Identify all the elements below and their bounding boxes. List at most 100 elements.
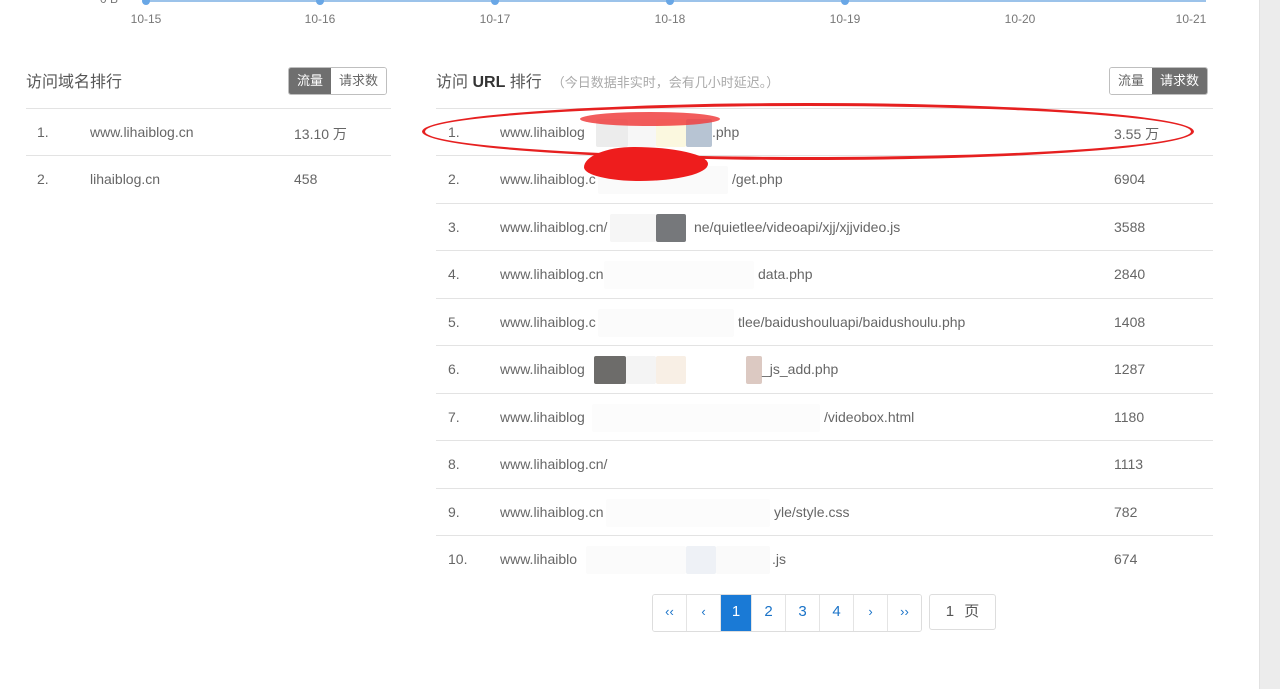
table-row[interactable]: 5. www.lihaiblog.c tlee/baidushouluapi/b… [436,298,1213,345]
redaction-block [628,119,656,147]
page-button-4[interactable]: 4 [819,595,853,631]
redaction-block [598,166,728,194]
url-value: 782 [1114,504,1138,520]
url-end: ne/quietlee/videoapi/xjj/xjjvideo.js [694,219,901,235]
url-start: www.lihaiblog.cn/ [500,219,608,235]
x-tick-label: 10-18 [654,12,686,26]
url-rank-table: 1. www.lihaiblog .php 3.55 万 2. www.liha… [436,108,1213,580]
rank-number: 1. [448,124,460,140]
redaction-block [594,356,626,384]
url-rank-title: 访问 URL 排行 （今日数据非实时，会有几小时延迟。） [436,68,779,92]
domain-rank-table: 1. www.lihaiblog.cn 13.10 万 2. lihaiblog… [26,108,391,208]
url-value: 1113 [1114,456,1144,472]
url-start: www.lihaiblog.c [500,171,596,187]
page-jump-input[interactable]: 1 页 [929,594,996,630]
pagination: ‹‹ ‹ 1 2 3 4 › ›› [652,594,922,632]
x-tick-label: 10-17 [479,12,511,26]
redaction-block [626,356,656,384]
url-rank-toggle[interactable]: 流量 请求数 [1109,67,1209,95]
domain-rank-title: 访问域名排行 [26,74,123,91]
rank-number: 5. [448,314,460,330]
page-unit-label: 页 [964,603,980,620]
toggle-requests-option[interactable]: 请求数 [1152,68,1208,94]
url-start: www.lihaiblog.cn [500,504,604,520]
url-value: 1287 [1114,361,1146,377]
chart-baseline [146,0,1206,2]
url-value: 6904 [1114,171,1146,187]
url-start: www.lihaiblog.cn/ [500,456,608,472]
last-page-button[interactable]: ›› [887,595,921,631]
redaction-block [598,309,734,337]
page-button-3[interactable]: 3 [785,595,819,631]
redaction-block [746,356,762,384]
toggle-requests-option[interactable]: 请求数 [331,68,387,94]
url-value: 1180 [1114,409,1145,425]
url-value: 3.55 万 [1114,126,1160,142]
url-value: 2840 [1114,266,1146,282]
y-axis-label: 0 B [100,0,118,6]
url-start: www.lihaiblog [500,361,585,377]
table-row[interactable]: 1. www.lihaiblog .php 3.55 万 [436,108,1213,155]
rank-number: 7. [448,409,460,425]
url-end: data.php [758,266,813,282]
x-tick-label: 10-19 [829,12,861,26]
url-value: 3588 [1114,219,1146,235]
redaction-block [604,261,754,289]
url-end: .php [712,124,740,140]
url-end: .js [772,551,786,567]
rank-number: 4. [448,266,460,282]
redaction-block [686,119,712,147]
table-row[interactable]: 9. www.lihaiblog.cn yle/style.css 782 [436,488,1213,535]
x-tick-label: 10-16 [304,12,336,26]
table-row[interactable]: 4. www.lihaiblog.cn data.php 2840 [436,250,1213,297]
url-start: www.lihaiblog.cn [500,266,604,282]
first-page-button[interactable]: ‹‹ [653,595,686,631]
right-scroll-strip [1259,0,1280,689]
table-row[interactable]: 10. www.lihaiblo .js 674 [436,535,1213,582]
table-row[interactable]: 6. www.lihaiblog _js_add.php 1287 [436,345,1213,392]
redaction-block [586,546,686,574]
url-rank-title-url: URL [472,74,506,91]
rank-number: 1. [37,124,49,140]
prev-page-button[interactable]: ‹ [686,595,720,631]
rank-number: 3. [448,219,460,235]
data-point [491,0,499,5]
table-row[interactable]: 2. www.lihaiblog.c /get.php 6904 [436,155,1213,202]
domain-rank-toggle[interactable]: 流量 请求数 [288,67,388,95]
redaction-block [592,404,820,432]
url-value: 674 [1114,551,1138,567]
table-row[interactable]: 1. www.lihaiblog.cn 13.10 万 [26,108,391,155]
rank-number: 9. [448,504,460,520]
page-button-2[interactable]: 2 [751,595,785,631]
url-end: _js_add.php [762,361,839,377]
data-point [841,0,849,5]
page-button-1[interactable]: 1 [720,595,751,631]
x-tick-label: 10-21 [1175,12,1207,26]
page-jump-value[interactable]: 1 [946,603,954,620]
redaction-block [656,356,686,384]
table-row[interactable]: 2. lihaiblog.cn 458 [26,155,391,202]
domain-value: 13.10 万 [294,126,347,142]
table-row[interactable]: 8. www.lihaiblog.cn/ 1113 [436,440,1213,487]
url-start: www.lihaiblog [500,124,585,140]
rank-number: 6. [448,361,460,377]
x-tick-label: 10-15 [130,12,162,26]
chart-x-axis: 0 B 10-15 10-16 10-17 10-18 10-19 10-20 … [0,0,1260,40]
data-point [666,0,674,5]
url-end: /videobox.html [824,409,915,425]
domain-value: 458 [294,171,318,187]
redaction-block [716,546,770,574]
next-page-button[interactable]: › [853,595,887,631]
redaction-block [656,119,686,147]
toggle-traffic-option[interactable]: 流量 [289,68,332,94]
toggle-traffic-option[interactable]: 流量 [1110,68,1153,94]
data-point [142,0,150,5]
table-row[interactable]: 3. www.lihaiblog.cn/ ne/quietlee/videoap… [436,203,1213,250]
rank-number: 2. [37,171,49,187]
url-rank-title-prefix: 访问 [436,74,473,91]
url-start: www.lihaiblog [500,409,585,425]
url-rank-hint: （今日数据非实时，会有几小时延迟。） [551,75,780,90]
redaction-block [656,214,686,242]
table-row[interactable]: 7. www.lihaiblog /videobox.html 1180 [436,393,1213,440]
domain-name: lihaiblog.cn [90,171,161,187]
